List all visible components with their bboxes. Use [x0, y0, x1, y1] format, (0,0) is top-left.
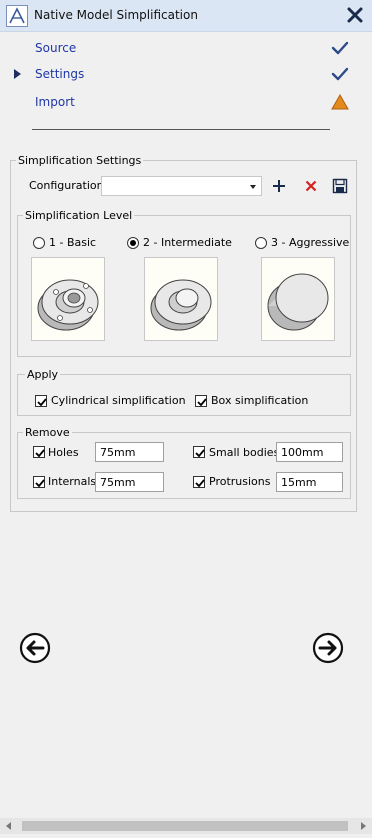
plus-icon[interactable] — [271, 178, 287, 194]
small-bodies-checkbox[interactable] — [193, 446, 205, 458]
nav-divider — [32, 129, 330, 130]
app-logo-icon — [6, 5, 28, 27]
warning-icon — [331, 93, 349, 110]
current-step-arrow-icon — [14, 69, 21, 79]
small-bodies-input[interactable] — [276, 442, 343, 462]
title-bar: Native Model Simplification — [0, 0, 372, 32]
scroll-left-icon[interactable] — [6, 822, 11, 830]
level-aggressive-label: 3 - Aggressive — [271, 236, 350, 249]
scrollbar-thumb[interactable] — [22, 821, 348, 831]
simplification-settings-title: Simplification Settings — [16, 154, 144, 167]
level-basic-label: 1 - Basic — [49, 236, 97, 249]
level-intermediate-label: 2 - Intermediate — [143, 236, 232, 249]
save-icon[interactable] — [332, 178, 348, 194]
aggressive-preview-image[interactable] — [261, 257, 335, 341]
level-aggressive-radio[interactable] — [255, 237, 267, 249]
protrusions-input[interactable] — [276, 472, 343, 492]
back-button[interactable] — [19, 632, 51, 664]
level-basic-radio[interactable] — [33, 237, 45, 249]
level-intermediate-radio[interactable] — [127, 237, 139, 249]
cylindrical-simplification-label: Cylindrical simplification — [51, 394, 186, 407]
delete-icon[interactable] — [303, 178, 319, 194]
scroll-right-icon[interactable] — [361, 822, 366, 830]
holes-label: Holes — [48, 446, 79, 459]
holes-input[interactable] — [95, 442, 164, 462]
remove-title: Remove — [23, 426, 72, 439]
box-simplification-checkbox[interactable] — [195, 395, 207, 407]
arrow-left-icon — [19, 632, 51, 664]
simplification-level-title: Simplification Level — [23, 209, 135, 222]
nav-item-import[interactable]: Import — [35, 95, 75, 109]
holes-checkbox[interactable] — [33, 446, 45, 458]
configuration-select[interactable] — [101, 176, 262, 196]
check-icon — [331, 66, 349, 82]
apply-title: Apply — [25, 368, 61, 381]
intermediate-preview-image[interactable] — [144, 257, 218, 341]
nav-item-settings[interactable]: Settings — [35, 67, 84, 81]
internals-checkbox[interactable] — [33, 476, 45, 488]
internals-input[interactable] — [95, 472, 164, 492]
protrusions-checkbox[interactable] — [193, 476, 205, 488]
close-icon[interactable] — [344, 4, 366, 26]
nav-item-source[interactable]: Source — [35, 41, 76, 55]
horizontal-scrollbar[interactable] — [0, 818, 372, 834]
internals-label: Internals — [48, 475, 97, 488]
chevron-down-icon — [250, 185, 256, 189]
arrow-right-icon — [312, 632, 344, 664]
check-icon — [331, 40, 349, 56]
basic-preview-image[interactable] — [31, 257, 105, 341]
box-simplification-label: Box simplification — [211, 394, 309, 407]
protrusions-label: Protrusions — [209, 475, 271, 488]
next-button[interactable] — [312, 632, 344, 664]
configuration-label: Configuration — [29, 179, 104, 192]
small-bodies-label: Small bodies — [209, 446, 280, 459]
cylindrical-simplification-checkbox[interactable] — [35, 395, 47, 407]
window-title: Native Model Simplification — [34, 8, 198, 22]
